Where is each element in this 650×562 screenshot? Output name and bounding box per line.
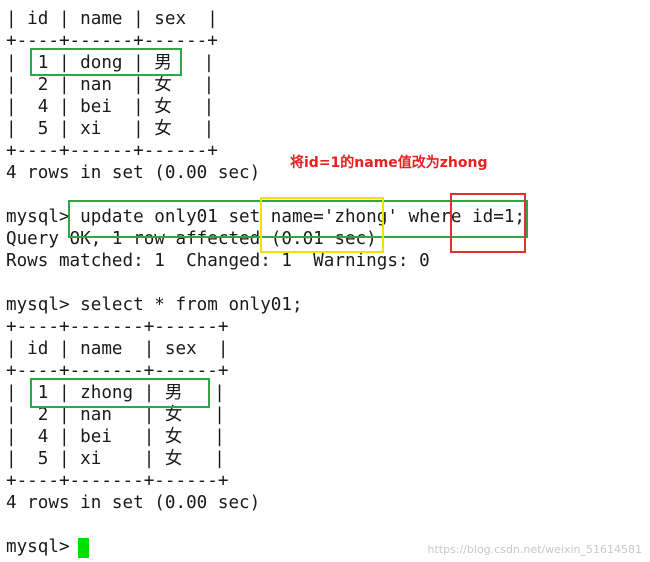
annotation-note: 将id=1的name值改为zhong <box>290 155 488 171</box>
table-row: | 4 | bei | 女 | <box>6 97 215 117</box>
table-row: | 2 | nan | 女 | <box>6 75 215 95</box>
highlight-updated-row <box>30 378 210 408</box>
highlight-where-clause <box>450 193 526 253</box>
mysql-prompt[interactable]: mysql> <box>6 536 80 558</box>
table-row: | 5 | xi | 女 | <box>6 449 225 469</box>
highlight-name-value <box>260 197 384 253</box>
terminal-window[interactable]: | id | name | sex | +----+------+------+… <box>0 0 650 562</box>
table-separator: +----+-------+------+ <box>6 317 229 337</box>
table-separator: +----+-------+------+ <box>6 471 229 491</box>
result-summary: 4 rows in set (0.00 sec) <box>6 163 261 183</box>
watermark: https://blog.csdn.net/weixin_51614581 <box>427 543 642 556</box>
select-command: mysql> select * from only01; <box>6 295 303 315</box>
table-row: | 5 | xi | 女 | <box>6 119 215 139</box>
table-header-row: | id | name | sex | <box>6 339 229 359</box>
table-header-row: | id | name | sex | <box>6 9 218 29</box>
table-separator: +----+------+------+ <box>6 141 218 161</box>
table-row: | 4 | bei | 女 | <box>6 427 225 447</box>
rows-matched-output: Rows matched: 1 Changed: 1 Warnings: 0 <box>6 251 430 271</box>
text-cursor <box>78 538 89 558</box>
result-summary: 4 rows in set (0.00 sec) <box>6 493 261 513</box>
highlight-original-row <box>30 48 182 76</box>
